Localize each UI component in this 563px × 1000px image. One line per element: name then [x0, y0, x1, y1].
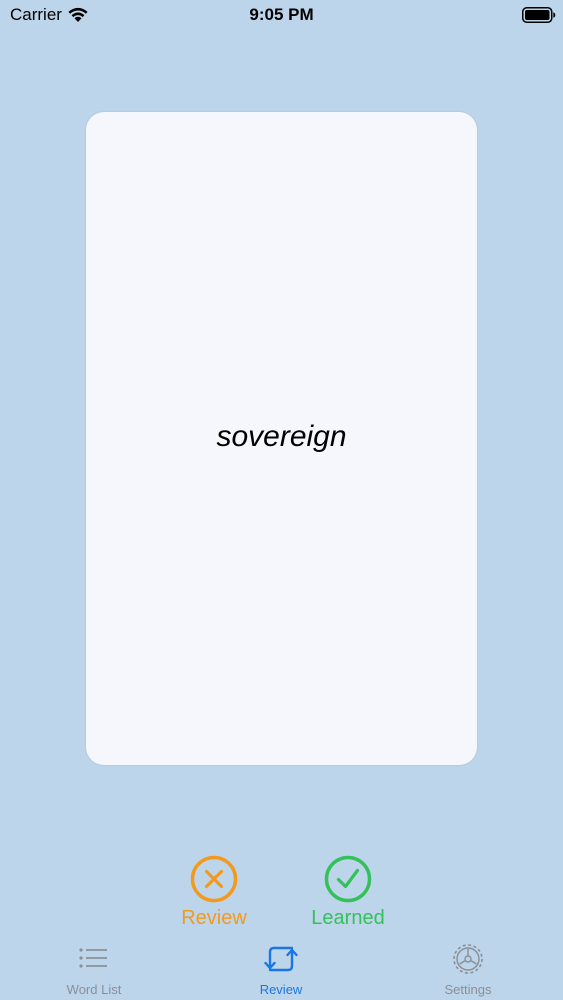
flashcard-word: sovereign — [216, 420, 347, 453]
gear-icon — [453, 944, 483, 974]
status-time: 9:05 PM — [249, 5, 314, 24]
review-button[interactable]: Review — [164, 855, 264, 930]
tab-word-list[interactable]: Word List — [34, 940, 154, 1000]
repeat-icon — [264, 946, 298, 972]
review-button-label: Review — [181, 907, 247, 929]
check-circle-icon — [324, 855, 372, 903]
learned-button-label: Learned — [311, 907, 385, 929]
tab-bar: Word List Review Settings — [0, 940, 563, 1000]
tab-settings-label: Settings — [444, 982, 492, 997]
learned-button[interactable]: Learned — [298, 855, 398, 930]
tab-review-label: Review — [259, 982, 303, 997]
tab-word-list-label: Word List — [66, 982, 122, 997]
flashcard[interactable]: sovereign — [86, 112, 477, 765]
x-circle-icon — [190, 855, 238, 903]
status-bar: Carrier 9:05 PM — [0, 0, 563, 30]
tab-settings[interactable]: Settings — [408, 940, 528, 1000]
tab-review[interactable]: Review — [221, 940, 341, 1000]
battery-icon — [522, 7, 556, 23]
list-icon — [79, 948, 107, 968]
